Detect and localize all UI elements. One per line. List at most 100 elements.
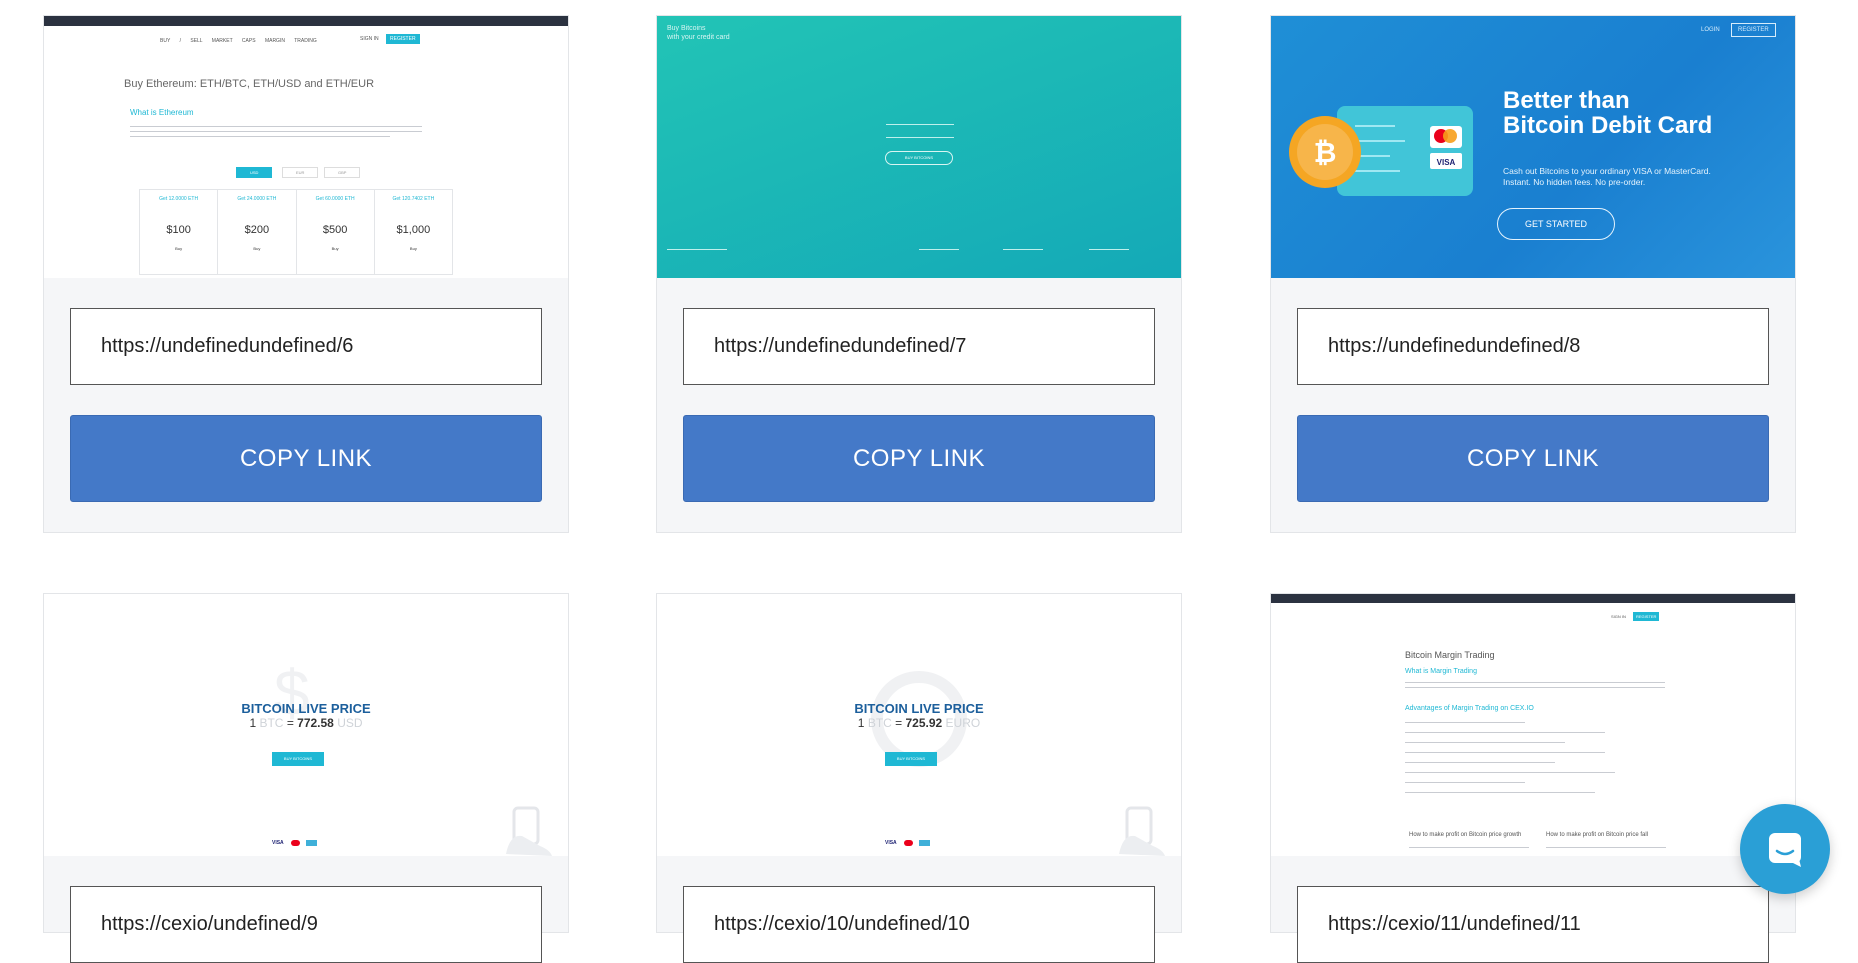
- thumb-column-heading: How to make profit on Bitcoin price grow…: [1409, 832, 1522, 838]
- offer-get: Get 120.7402 ETH: [392, 196, 435, 202]
- link-url-field[interactable]: [1297, 886, 1769, 963]
- offer-price: $100: [166, 224, 191, 236]
- thumb-signin: SIGN IN: [360, 36, 379, 42]
- mastercard-icon: [291, 840, 300, 846]
- price-amount: 1: [857, 716, 865, 730]
- chat-launcher-button[interactable]: [1740, 804, 1830, 894]
- thumb-headline-line: Bitcoin Debit Card: [1503, 112, 1713, 139]
- thumb-footer-line: [1003, 249, 1043, 250]
- card-icon: [919, 840, 930, 846]
- offer-get: Get 12.0000 ETH: [159, 196, 199, 202]
- thumb-tab: GBP: [324, 167, 361, 178]
- bitcoin-card-illustration: VISA ₿: [1289, 106, 1473, 196]
- thumb-text-line: [1405, 762, 1555, 763]
- thumb-text-line: [1405, 772, 1615, 773]
- thumb-register: REGISTER: [1633, 612, 1660, 621]
- thumbnail-debit-card-page: LOGIN REGISTER VISA ₿ Better than Bitcoi…: [1271, 16, 1795, 278]
- top-ticker-bar: [1271, 594, 1795, 603]
- offer-buy: Buy: [409, 246, 417, 251]
- thumb-text-line: [130, 126, 422, 127]
- visa-mark: VISA: [1437, 158, 1456, 167]
- link-url-field[interactable]: [683, 886, 1155, 963]
- thumb-register: REGISTER: [386, 34, 420, 44]
- thumbnail-credit-card-page: Buy Bitcoins with your credit card BUY B…: [657, 16, 1181, 278]
- offer-buy: Buy: [253, 246, 261, 251]
- thumb-live-title: BITCOIN LIVE PRICE: [241, 701, 371, 716]
- thumb-footer-line: [667, 249, 727, 250]
- thumb-text-line: [1405, 782, 1525, 783]
- thumb-offer: Get 24.0000 ETH $200 Buy: [218, 190, 297, 274]
- thumb-offer: Get 60.0000 ETH $500 Buy: [297, 190, 375, 274]
- thumb-payment-visa: VISA: [272, 840, 284, 846]
- thumb-payment-visa: VISA: [885, 840, 897, 846]
- thumb-live-price: 1 BTC = 772.58 USD: [249, 716, 363, 730]
- thumb-input-line: [886, 137, 954, 138]
- thumb-text-line: [1405, 792, 1595, 793]
- thumb-subtext: Cash out Bitcoins to your ordinary VISA …: [1503, 166, 1711, 188]
- thumb-footer-line: [919, 249, 959, 250]
- thumb-subtext-line: Cash out Bitcoins to your ordinary VISA …: [1503, 166, 1711, 176]
- link-url-field[interactable]: [683, 308, 1155, 385]
- thumb-nav-item: MARKET CAPS: [211, 38, 256, 44]
- link-card-8: LOGIN REGISTER VISA ₿ Better than Bitcoi…: [1270, 15, 1796, 533]
- thumb-input-line: [886, 124, 954, 125]
- hand-phone-watermark-icon: [506, 806, 552, 856]
- thumb-nav-item: MARGIN TRADING: [264, 38, 317, 44]
- thumbnail-live-price-usd: $ BITCOIN LIVE PRICE 1 BTC = 772.58 USD …: [44, 594, 568, 856]
- thumb-signin: SIGN IN: [1611, 614, 1626, 619]
- thumb-buy-button: BUY BITCOINS: [885, 752, 937, 766]
- copy-link-button[interactable]: COPY LINK: [70, 415, 542, 502]
- thumb-text-line: [1405, 752, 1605, 753]
- offer-get: Get 24.0000 ETH: [237, 196, 277, 202]
- offer-buy: Buy: [331, 246, 339, 251]
- copy-link-button[interactable]: COPY LINK: [1297, 415, 1769, 502]
- top-ticker-bar: [44, 16, 568, 26]
- svg-text:₿: ₿: [1314, 137, 1337, 168]
- offer-price: $1,000: [396, 224, 431, 236]
- thumb-column-heading: How to make profit on Bitcoin price fall: [1546, 832, 1649, 838]
- thumb-subtext-line: Instant. No hidden fees. No pre-order.: [1503, 177, 1646, 187]
- thumb-text-line: [1405, 687, 1665, 688]
- thumb-footer-line: [1089, 249, 1129, 250]
- thumb-tab: EUR: [282, 167, 319, 178]
- thumb-title: Buy Bitcoins with your credit card: [667, 24, 730, 42]
- thumb-text-line: [1405, 732, 1605, 733]
- price-unit-to: EURO: [945, 716, 981, 730]
- thumb-live-title: BITCOIN LIVE PRICE: [854, 701, 984, 716]
- thumb-headline: Better than Bitcoin Debit Card: [1503, 88, 1712, 138]
- thumb-headline-line: Better than: [1503, 87, 1630, 114]
- price-unit-from: BTC: [259, 716, 284, 730]
- link-card-9: $ BITCOIN LIVE PRICE 1 BTC = 772.58 USD …: [43, 593, 569, 963]
- price-amount: 1: [249, 716, 257, 730]
- thumb-offer: Get 120.7402 ETH $1,000 Buy: [375, 190, 452, 274]
- hand-phone-watermark-icon: [1119, 806, 1165, 856]
- link-url-field[interactable]: [70, 308, 542, 385]
- thumbnail-ethereum-page: BUY / SELL MARKET CAPS MARGIN TRADING SI…: [44, 16, 568, 278]
- thumb-buy-button: BUY BITCOINS: [272, 752, 324, 766]
- link-card-11: SIGN IN REGISTER Bitcoin Margin Trading …: [1270, 593, 1796, 963]
- link-url-field[interactable]: [1297, 308, 1769, 385]
- thumb-nav: BUY / SELL MARKET CAPS MARGIN TRADING: [160, 38, 317, 44]
- offer-get: Get 60.0000 ETH: [315, 196, 355, 202]
- offer-buy: Buy: [175, 246, 183, 251]
- copy-link-button[interactable]: COPY LINK: [683, 415, 1155, 502]
- price-unit-from: BTC: [867, 716, 892, 730]
- offer-price: $500: [322, 224, 348, 236]
- thumb-section: Advantages of Margin Trading on CEX.IO: [1405, 705, 1534, 712]
- link-url-field[interactable]: [70, 886, 542, 963]
- thumb-offers: Get 12.0000 ETH $100 Buy Get 24.0000 ETH…: [139, 189, 453, 275]
- card-icon: [306, 840, 317, 846]
- thumbnail-margin-trading-page: SIGN IN REGISTER Bitcoin Margin Trading …: [1271, 594, 1795, 856]
- link-card-10: BITCOIN LIVE PRICE 1 BTC = 725.92 EURO B…: [656, 593, 1182, 963]
- thumb-nav-item: BUY / SELL: [160, 38, 203, 44]
- thumbnail-live-price-euro: BITCOIN LIVE PRICE 1 BTC = 725.92 EURO B…: [657, 594, 1181, 856]
- thumb-text-line: [1405, 722, 1525, 723]
- offer-price: $200: [244, 224, 270, 236]
- thumb-register: REGISTER: [1731, 23, 1776, 37]
- thumb-text-line: [1405, 682, 1665, 683]
- thumb-subheading: What is Ethereum: [130, 108, 194, 117]
- thumb-text-line: [1546, 847, 1666, 848]
- thumb-text-line: [130, 136, 390, 137]
- thumb-offer: Get 12.0000 ETH $100 Buy: [140, 190, 219, 274]
- thumb-buy-button: BUY BITCOINS: [885, 151, 953, 165]
